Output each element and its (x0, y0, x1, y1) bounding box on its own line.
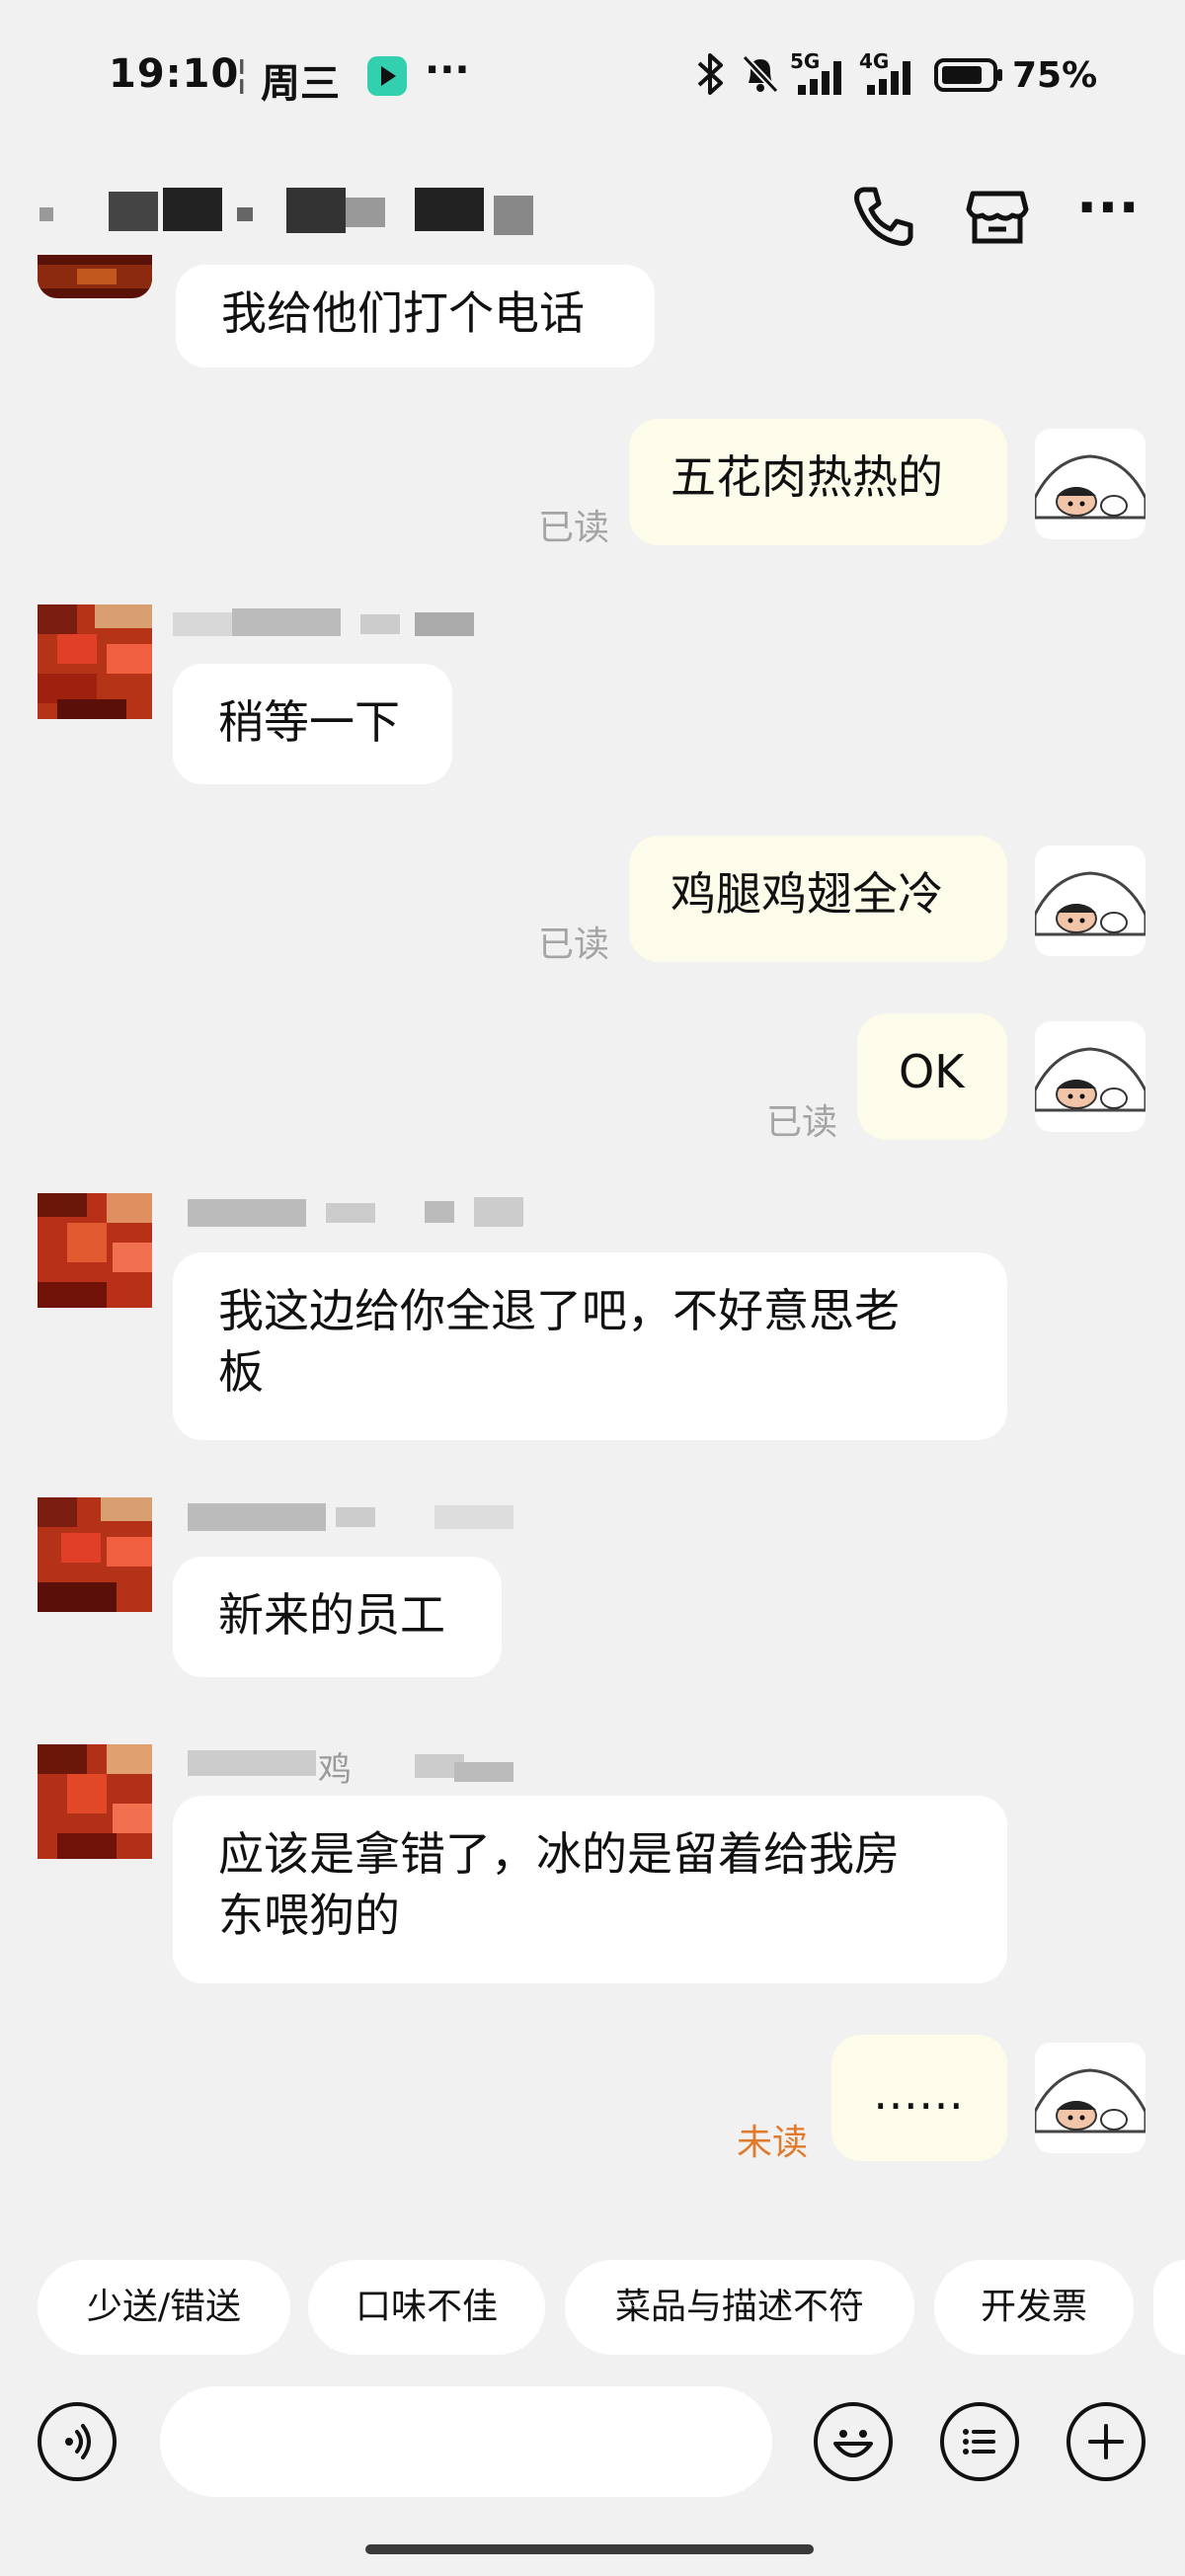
message-bubble-incoming[interactable]: 我给他们打个电话 (176, 265, 655, 367)
voice-icon[interactable] (38, 2402, 117, 2481)
shop-avatar[interactable] (38, 1193, 152, 1308)
message-bubble-incoming[interactable]: 稍等一下 (173, 664, 452, 784)
shop-avatar[interactable] (38, 1497, 152, 1612)
message-text-line: 板 (218, 1345, 264, 1399)
mute-bell-icon (742, 54, 779, 94)
chat-header: ··· (0, 158, 1185, 267)
message-text: OK (899, 1045, 965, 1098)
signal-5g-icon (798, 61, 841, 95)
status-more-icon: ··· (425, 47, 470, 93)
sender-name-blurred (173, 608, 528, 638)
message-text: 稍等一下 (218, 695, 400, 749)
my-avatar[interactable] (1035, 845, 1146, 956)
shop-avatar[interactable] (38, 255, 152, 298)
chat-title-blurred (30, 188, 563, 237)
message-text: 我给他们打个电话 (221, 286, 585, 340)
message-text: 五花肉热热的 (671, 450, 943, 504)
message-bubble-outgoing[interactable]: …… (831, 2035, 1007, 2161)
more-icon[interactable]: ··· (1076, 176, 1140, 240)
status-time: 19:10 (109, 51, 240, 97)
unread-status: 未读 (737, 2123, 809, 2163)
sender-name-blurred (188, 1501, 543, 1531)
sender-name-partial: 鸡 (188, 1742, 563, 1790)
message-bubble-outgoing[interactable]: 五花肉热热的 (629, 419, 1007, 545)
my-avatar[interactable] (1035, 429, 1146, 539)
app-notification-icon (367, 56, 407, 96)
signal-4g-icon (867, 61, 910, 95)
cartoon-avatar-icon (1035, 454, 1146, 520)
status-bar: 19:10 ¦ 周三 ··· 5G 4G 75% (0, 0, 1185, 148)
shop-icon[interactable] (963, 182, 1032, 251)
battery-icon (934, 58, 1002, 92)
read-status: 已读 (538, 508, 610, 548)
read-status: 已读 (538, 925, 610, 965)
cartoon-avatar-icon (1035, 2068, 1146, 2133)
quick-reply-chip[interactable]: 菜品与描述不符 (565, 2260, 914, 2355)
shop-avatar[interactable] (38, 1744, 152, 1859)
message-text: …… (873, 2066, 964, 2120)
message-bubble-outgoing[interactable]: OK (857, 1013, 1007, 1140)
message-text: 鸡腿鸡翅全冷 (671, 867, 943, 921)
plus-icon[interactable] (1066, 2402, 1146, 2481)
message-bubble-incoming[interactable]: 我这边给你全退了吧，不好意思老 板 (173, 1252, 1007, 1440)
status-separator: ¦ (235, 51, 249, 97)
message-bubble-incoming[interactable]: 应该是拿错了，冰的是留着给我房 东喂狗的 (173, 1796, 1007, 1983)
message-input[interactable] (160, 2386, 772, 2497)
message-text-line: 东喂狗的 (218, 1889, 400, 1942)
my-avatar[interactable] (1035, 2043, 1146, 2153)
message-text-line: 我这边给你全退了吧，不好意思老 (218, 1284, 900, 1337)
cartoon-avatar-icon (1035, 871, 1146, 936)
cartoon-avatar-icon (1035, 1047, 1146, 1112)
battery-percent: 75% (1012, 55, 1098, 96)
quick-reply-chip[interactable]: 口味不佳 (308, 2260, 545, 2355)
status-day: 周三 (261, 61, 340, 107)
home-indicator[interactable] (365, 2544, 814, 2554)
emoji-icon[interactable] (814, 2402, 893, 2481)
my-avatar[interactable] (1035, 1021, 1146, 1132)
message-text-line: 应该是拿错了，冰的是留着给我房 (218, 1827, 900, 1881)
bluetooth-icon (697, 53, 723, 95)
list-icon[interactable] (940, 2402, 1019, 2481)
sender-name-blurred (188, 1197, 543, 1227)
phone-icon[interactable] (849, 182, 918, 251)
quick-reply-chip[interactable]: 开发票 (934, 2260, 1134, 2355)
sender-name-fragment: 鸡 (318, 1750, 352, 1790)
quick-reply-chip-partial[interactable] (1153, 2260, 1185, 2355)
message-bubble-outgoing[interactable]: 鸡腿鸡翅全冷 (629, 836, 1007, 962)
message-text: 新来的员工 (218, 1588, 445, 1642)
read-status: 已读 (766, 1102, 838, 1143)
quick-reply-chip[interactable]: 少送/错送 (38, 2260, 290, 2355)
message-bubble-incoming[interactable]: 新来的员工 (173, 1557, 502, 1677)
shop-avatar[interactable] (38, 604, 152, 719)
